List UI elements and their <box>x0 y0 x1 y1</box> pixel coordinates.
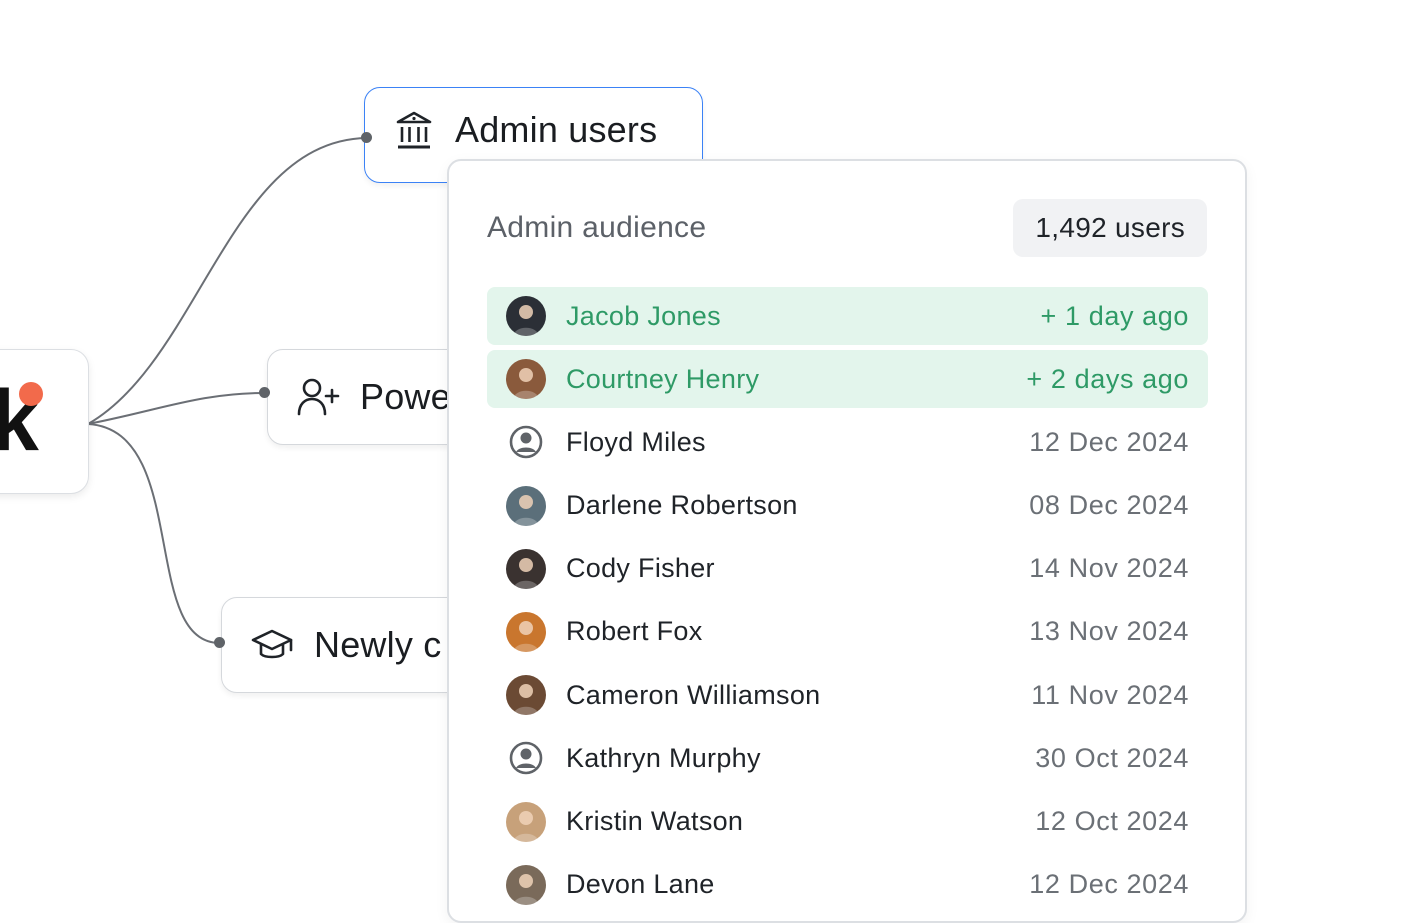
avatar <box>506 296 546 336</box>
node-power-port[interactable] <box>259 387 270 398</box>
user-date: 12 Dec 2024 <box>1029 426 1189 457</box>
node-newly-port[interactable] <box>214 637 225 648</box>
user-date: 30 Oct 2024 <box>1035 742 1189 773</box>
user-count-badge: 1,492 users <box>1013 199 1207 257</box>
user-date: 14 Nov 2024 <box>1029 553 1189 584</box>
user-name: Robert Fox <box>566 616 703 647</box>
admin-audience-panel: Admin audience 1,492 users Jacob Jones + … <box>447 159 1247 923</box>
user-name: Kristin Watson <box>566 806 744 836</box>
user-row[interactable]: Devon Lane 12 Dec 2024 <box>487 856 1208 914</box>
avatar <box>506 675 546 716</box>
user-name: Floyd Miles <box>566 426 706 457</box>
user-row[interactable]: Cody Fisher 14 Nov 2024 <box>487 540 1208 598</box>
bank-icon <box>395 110 433 150</box>
user-row[interactable]: Jacob Jones + 1 day ago <box>487 287 1208 345</box>
user-date: + 2 days ago <box>1026 363 1189 394</box>
user-date: + 1 day ago <box>1040 300 1189 331</box>
avatar <box>506 611 546 652</box>
user-date: 12 Oct 2024 <box>1035 806 1189 836</box>
graduation-cap-icon <box>250 627 294 663</box>
user-date: 11 Nov 2024 <box>1031 679 1189 710</box>
user-row[interactable]: Kathryn Murphy 30 Oct 2024 <box>487 729 1208 787</box>
avatar <box>506 359 546 400</box>
avatar <box>506 864 546 905</box>
panel-title: Admin audience <box>487 211 707 244</box>
user-circle-icon <box>506 422 546 462</box>
user-name: Courtney Henry <box>566 363 760 394</box>
user-circle-icon <box>506 738 546 778</box>
panel-header: Admin audience 1,492 users <box>487 199 1207 257</box>
node-admin-port[interactable] <box>361 132 372 143</box>
logo-accent-dot <box>19 382 43 406</box>
user-row[interactable]: Cameron Williamson 11 Nov 2024 <box>487 666 1208 724</box>
user-name: Jacob Jones <box>566 300 721 331</box>
user-row[interactable]: Darlene Robertson 08 Dec 2024 <box>487 477 1208 535</box>
user-list: Jacob Jones + 1 day ago Courtney Henry + 2 … <box>487 287 1208 919</box>
user-date: 13 Nov 2024 <box>1029 616 1189 647</box>
user-name: Cody Fisher <box>566 553 715 584</box>
user-name: Darlene Robertson <box>566 490 798 521</box>
user-date: 12 Dec 2024 <box>1029 869 1189 900</box>
avatar <box>506 548 546 589</box>
avatar <box>506 485 546 526</box>
user-name: Cameron Williamson <box>566 679 821 710</box>
root-node[interactable]: k <box>0 349 89 494</box>
user-row[interactable]: Robert Fox 13 Nov 2024 <box>487 603 1208 661</box>
user-row[interactable]: Courtney Henry + 2 days ago <box>487 350 1208 409</box>
user-name: Devon Lane <box>566 869 715 900</box>
avatar <box>506 801 546 842</box>
user-row[interactable]: Floyd Miles 12 Dec 2024 <box>487 413 1208 471</box>
node-newly-created-label: Newly c <box>314 624 442 665</box>
user-row[interactable]: Kristin Watson 12 Oct 2024 <box>487 793 1208 851</box>
node-admin-users-label: Admin users <box>455 109 658 150</box>
user-name: Kathryn Murphy <box>566 742 761 773</box>
user-plus-icon <box>296 377 340 417</box>
user-date: 08 Dec 2024 <box>1029 490 1189 521</box>
